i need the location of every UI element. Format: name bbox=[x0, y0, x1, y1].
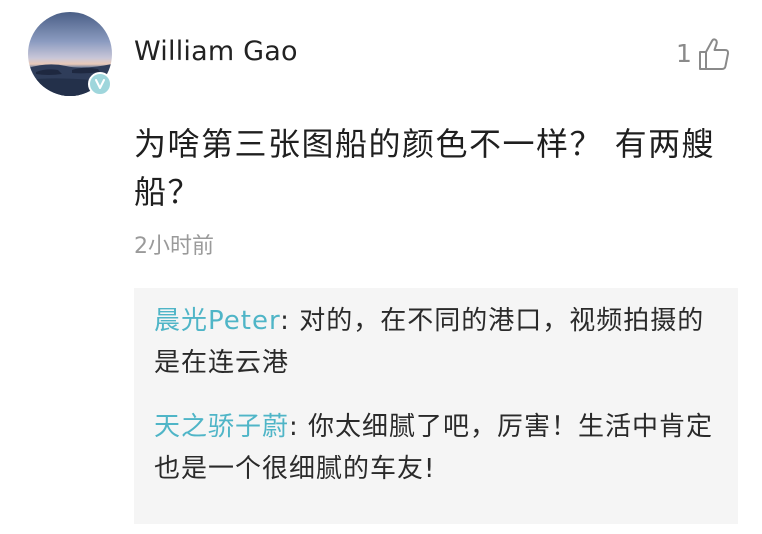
verified-v-icon bbox=[88, 72, 112, 96]
comment-timestamp: 2小时前 bbox=[134, 234, 214, 259]
reply-separator: : bbox=[289, 412, 309, 442]
comment-text: 为啥第三张图船的颜色不一样？ 有两艘船？ bbox=[134, 125, 716, 211]
like-count: 1 bbox=[676, 39, 692, 68]
avatar-container[interactable] bbox=[28, 12, 112, 96]
reply-author[interactable]: 天之骄子蔚 bbox=[154, 412, 289, 442]
reply-item[interactable]: 天之骄子蔚: 你太细腻了吧，厉害！生活中肯定也是一个很细腻的车友! bbox=[154, 406, 718, 490]
reply-list[interactable]: 晨光Peter: 对的，在不同的港口，视频拍摄的是在连云港 天之骄子蔚: 你太细… bbox=[134, 288, 738, 524]
reply-item[interactable]: 晨光Peter: 对的，在不同的港口，视频拍摄的是在连云港 bbox=[154, 300, 718, 384]
comment-card: William Gao 1 为啥第三张图船的颜色不一样？ 有两艘船？ 2小时前 … bbox=[0, 0, 762, 534]
thumbs-up-icon[interactable] bbox=[698, 37, 730, 71]
username[interactable]: William Gao bbox=[134, 34, 298, 70]
reply-author[interactable]: 晨光Peter bbox=[154, 306, 280, 336]
reply-separator: : bbox=[280, 306, 300, 336]
like-button[interactable]: 1 bbox=[676, 36, 730, 72]
